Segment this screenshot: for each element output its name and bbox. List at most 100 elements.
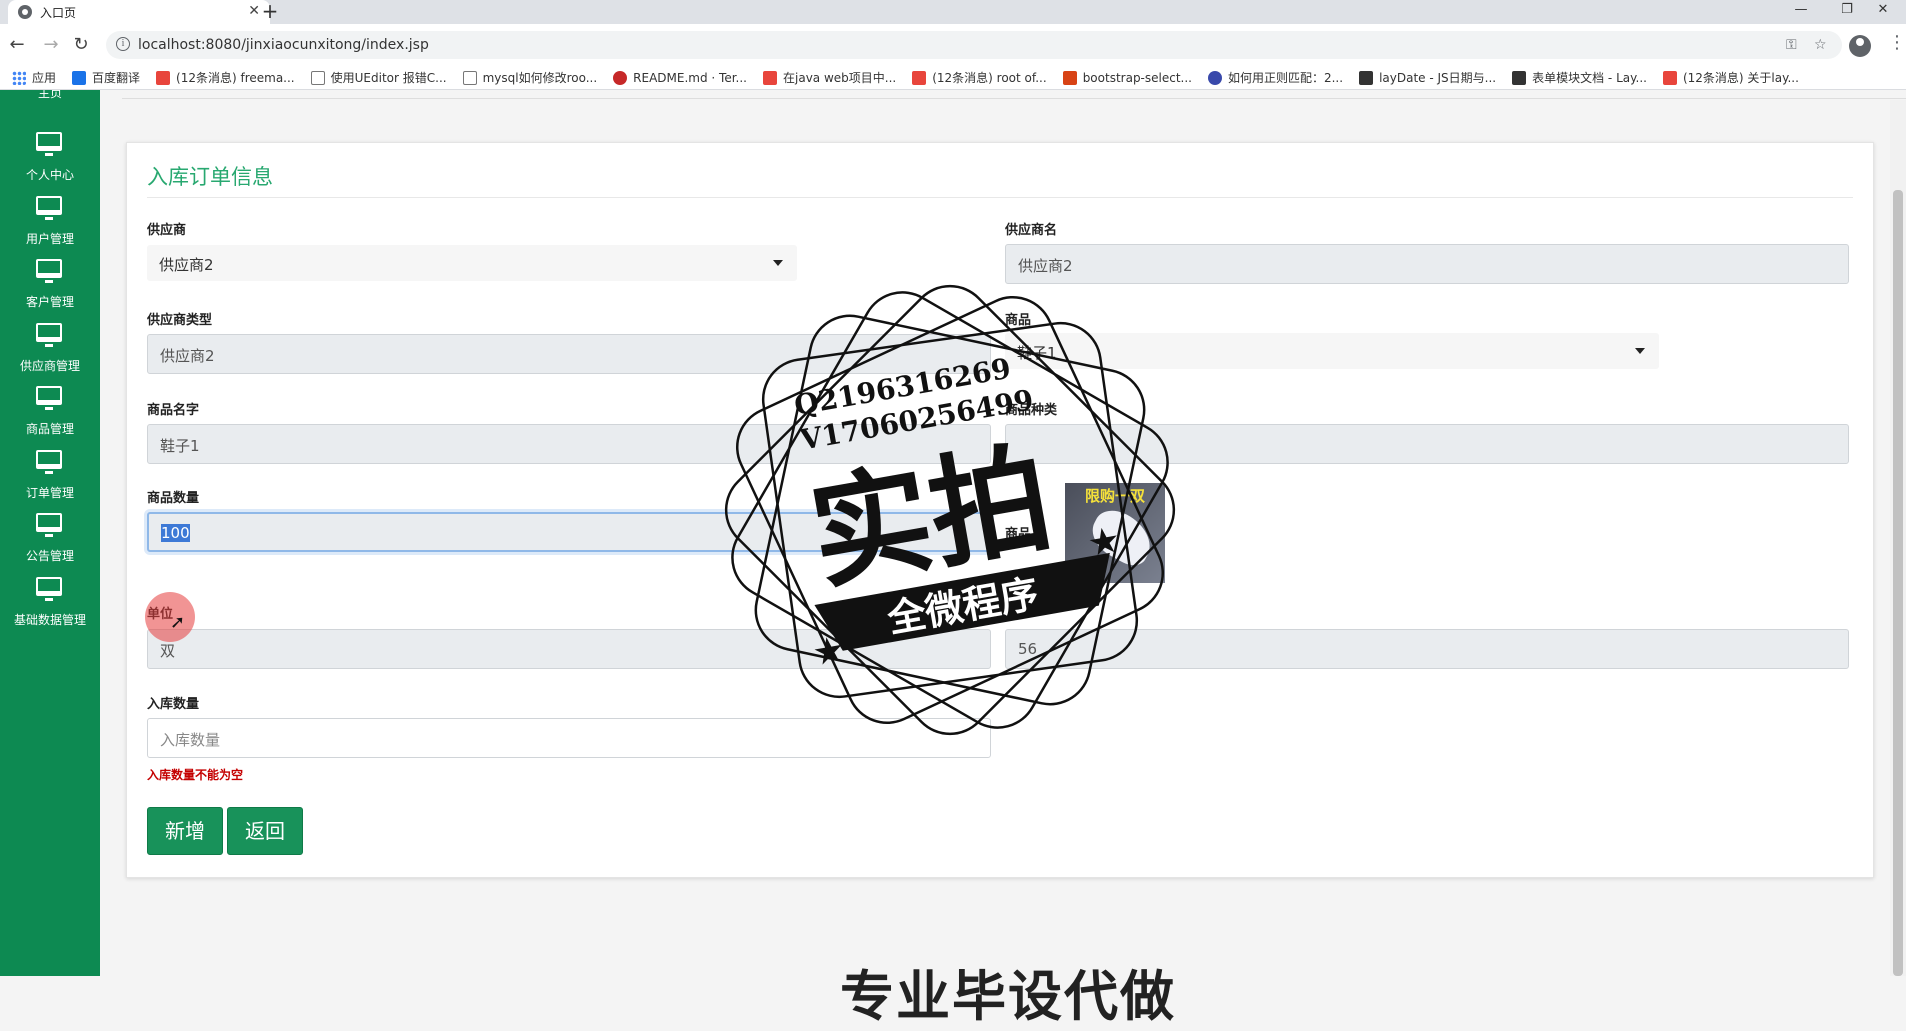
bookmark-label: 百度翻译 — [92, 71, 141, 85]
price-value: 56 — [1018, 640, 1038, 658]
supplier-name-label: 供应商名 — [1005, 223, 1058, 238]
supplier-type-value: 供应商2 — [160, 347, 215, 365]
red2-icon — [1062, 70, 1077, 85]
back-icon[interactable]: ← — [6, 34, 28, 55]
sidebar-item-6[interactable]: 公告管理 — [0, 513, 100, 585]
monitor-icon — [36, 259, 62, 283]
sidebar-item-1[interactable]: 用户管理 — [0, 195, 100, 268]
bookmark-item[interactable]: bootstrap-select... — [1062, 70, 1192, 85]
paw-icon — [1207, 70, 1222, 85]
globe-icon — [18, 5, 32, 19]
bookmark-label: mysql如何修改roo... — [482, 71, 598, 85]
supplier-type-field: 供应商2 — [147, 334, 991, 374]
profile-avatar-icon[interactable] — [1849, 35, 1871, 57]
bookmark-item[interactable]: 百度翻译 — [72, 69, 140, 86]
star-icon[interactable]: ☆ — [1814, 37, 1827, 53]
bookmarks-bar: 应用 百度翻译 (12条消息) freema... 使用UEditor 报错C... m… — [0, 66, 1906, 90]
bookmark-item[interactable]: mysql如何修改roo... — [462, 69, 598, 86]
address-bar-row: ← → ↻ i localhost:8080/jinxiaocunxitong/… — [0, 24, 1906, 66]
unit-value: 双 — [160, 642, 176, 660]
product-image-caption: 限购一双 — [1084, 487, 1145, 505]
sidebar-item-label: 客户管理 — [25, 295, 74, 309]
bookmark-item[interactable]: README.md · Ter... — [613, 70, 747, 85]
supplier-label: 供应商 — [147, 223, 187, 238]
info-icon[interactable]: i — [116, 37, 130, 51]
product-label: 商品 — [1005, 313, 1032, 328]
minimize-icon[interactable]: — — [1778, 0, 1824, 24]
add-button[interactable]: 新增 — [147, 807, 223, 855]
chevron-down-icon — [1635, 348, 1645, 354]
supplier-select-value: 供应商2 — [159, 256, 214, 274]
url-text[interactable]: localhost:8080/jinxiaocunxitong/index.js… — [138, 37, 429, 53]
bookmark-item[interactable]: layDate - JS日期与... — [1359, 69, 1496, 86]
page-scrollbar[interactable] — [1890, 100, 1906, 976]
lay-icon — [1512, 70, 1527, 85]
sidebar-item-label: 商品管理 — [25, 422, 74, 436]
bookmark-item[interactable]: (12条消息) root of... — [912, 69, 1047, 86]
g-icon — [613, 70, 628, 85]
sidebar-item-2[interactable]: 客户管理 — [0, 259, 100, 331]
close-window-icon[interactable]: ✕ — [1860, 0, 1906, 24]
bookmark-item[interactable]: 应用 — [12, 69, 56, 86]
forward-icon[interactable]: → — [40, 34, 62, 55]
bookmark-item[interactable]: 表单模块文档 - Lay... — [1512, 69, 1647, 86]
monitor-icon — [36, 513, 62, 537]
product-image: 限购一双 — [1065, 483, 1165, 583]
bookmark-item[interactable]: 如何用正则匹配：2... — [1207, 69, 1343, 86]
bookmark-label: 表单模块文档 - Lay... — [1532, 71, 1647, 85]
bookmark-label: 使用UEditor 报错C... — [330, 71, 447, 85]
supplier-select[interactable]: 供应商2 — [147, 245, 797, 281]
inbound-quantity-placeholder: 入库数量 — [160, 731, 221, 749]
bookmark-item[interactable]: (12条消息) freema... — [156, 69, 295, 86]
sidebar-item-0[interactable]: 个人中心 — [0, 132, 100, 204]
product-name-value: 鞋子1 — [160, 437, 200, 455]
unit-field: 双 — [147, 629, 991, 669]
bookmark-label: (12条消息) freema... — [176, 71, 295, 85]
quantity-label: 商品数量 — [147, 491, 200, 506]
c-icon — [1662, 70, 1677, 85]
scrollbar-thumb[interactable] — [1893, 190, 1903, 976]
bookmark-item[interactable]: 在java web项目中... — [763, 69, 896, 86]
sidebar-item-3[interactable]: 供应商管理 — [0, 322, 100, 395]
supplier-name-field: 供应商2 — [1005, 244, 1849, 284]
browser-tab-strip: 入口页 ✕ + — ❐ ✕ — [0, 0, 1906, 24]
sidebar-item-label: 个人中心 — [25, 168, 74, 182]
bookmark-label: bootstrap-select... — [1082, 70, 1192, 85]
omnibox[interactable]: i localhost:8080/jinxiaocunxitong/index.… — [106, 31, 1842, 59]
sidebar-item-label: 供应商管理 — [19, 358, 80, 373]
c-icon — [763, 70, 777, 85]
sidebar-item-5[interactable]: 订单管理 — [0, 449, 100, 522]
tab-title: 入口页 — [40, 5, 77, 20]
monitor-icon — [36, 132, 62, 156]
back-button[interactable]: 返回 — [227, 807, 303, 855]
quantity-field[interactable]: 100 — [147, 512, 991, 552]
bookmark-label: 在java web项目中... — [783, 71, 897, 85]
sidebar: 主页 个人中心用户管理客户管理供应商管理商品管理订单管理 公告管理基础数据管理 — [0, 90, 100, 976]
menu-icon[interactable]: ⋮ — [1888, 32, 1906, 53]
inbound-quantity-input[interactable]: 入库数量 — [147, 718, 991, 758]
bookmark-item[interactable]: 使用UEditor 报错C... — [310, 69, 447, 86]
mark-icon — [462, 70, 477, 85]
c-icon — [912, 70, 927, 85]
monitor-icon — [36, 195, 62, 220]
product-select[interactable]: 鞋子1 — [1005, 333, 1659, 369]
mouse-cursor-icon: ➚ — [170, 612, 186, 633]
inbound-order-panel: 入库订单信息 供应商 供应商2 供应商名 供应商2 供应商类型 供应商2 商品 … — [126, 142, 1874, 878]
monitor-icon — [36, 449, 62, 474]
product-select-value: 鞋子1 — [1017, 344, 1057, 362]
new-tab-button[interactable]: + — [258, 0, 282, 24]
sidebar-item-label: 基础数据管理 — [13, 612, 86, 627]
reload-icon[interactable]: ↻ — [70, 34, 92, 55]
bookmark-label: (12条消息) root of... — [932, 71, 1047, 85]
inbound-quantity-error: 入库数量不能为空 — [147, 768, 244, 782]
monitor-icon — [36, 322, 62, 347]
key-icon[interactable]: ⚿ — [1786, 37, 1797, 53]
product-kind-field — [1005, 424, 1849, 464]
browser-tab[interactable]: 入口页 ✕ — [8, 0, 270, 24]
sidebar-item-home[interactable]: 主页 — [0, 90, 100, 101]
sidebar-item-4[interactable]: 商品管理 — [0, 386, 100, 458]
bookmark-item[interactable]: (12条消息) 关于lay... — [1662, 69, 1799, 86]
monitor-icon — [36, 386, 62, 410]
sidebar-item-7[interactable]: 基础数据管理 — [0, 576, 100, 649]
sidebar-item-label: 用户管理 — [25, 231, 74, 246]
